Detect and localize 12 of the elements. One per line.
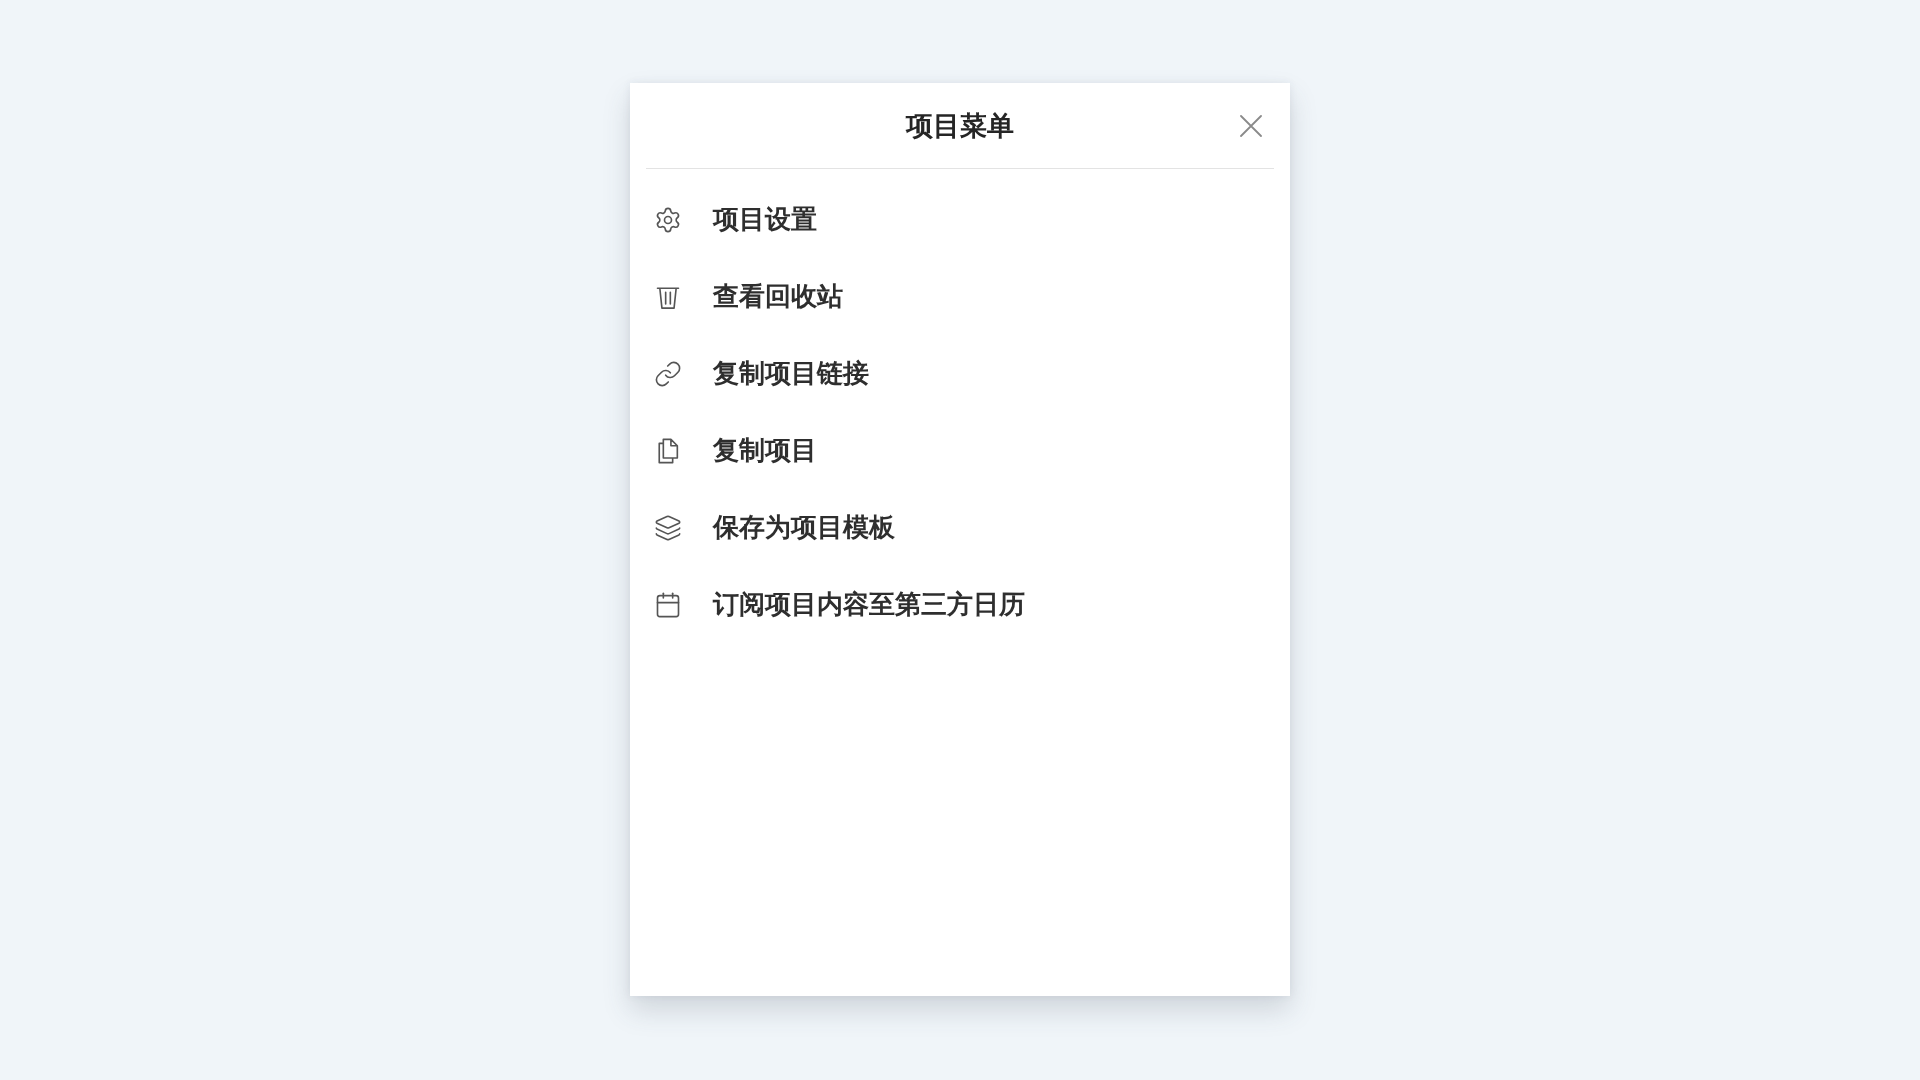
menu-item[interactable]: 复制项目 xyxy=(646,412,1274,489)
close-icon xyxy=(1240,114,1262,137)
calendar-icon xyxy=(654,590,682,619)
dialog-title: 项目菜单 xyxy=(906,108,1014,143)
layers-icon xyxy=(654,513,682,542)
link-icon xyxy=(654,359,682,388)
menu-item[interactable]: 项目设置 xyxy=(646,181,1274,258)
menu-item[interactable]: 查看回收站 xyxy=(646,258,1274,335)
menu-item[interactable]: 订阅项目内容至第三方日历 xyxy=(646,566,1274,643)
menu-item[interactable]: 保存为项目模板 xyxy=(646,489,1274,566)
menu-item[interactable]: 复制项目链接 xyxy=(646,335,1274,412)
gear-icon xyxy=(654,205,682,234)
